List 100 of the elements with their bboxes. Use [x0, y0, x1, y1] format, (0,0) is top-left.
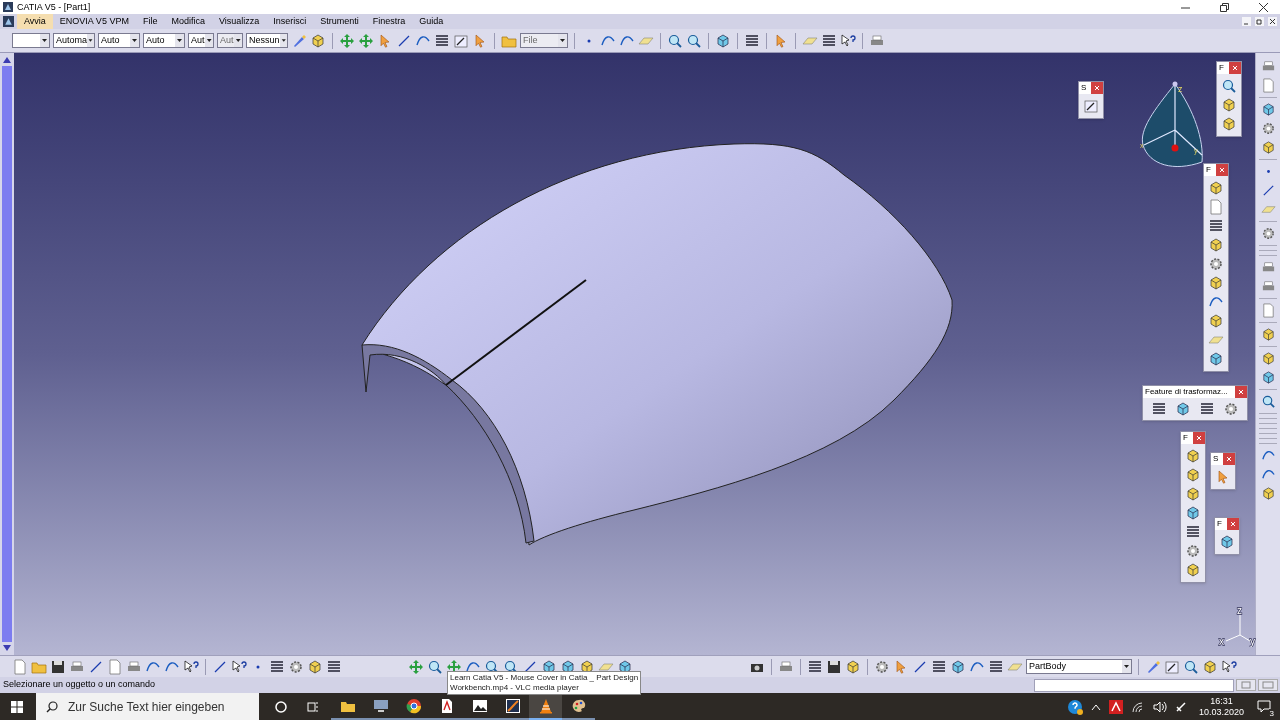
cube-icon[interactable] — [1260, 351, 1276, 366]
dropdown[interactable]: Auto — [98, 33, 140, 48]
help-pointer-icon[interactable] — [183, 658, 199, 675]
floating-toolbar[interactable]: F — [1180, 431, 1206, 583]
cube-icon[interactable] — [1219, 534, 1235, 550]
cube-icon[interactable] — [1202, 658, 1218, 675]
cube-icon[interactable] — [1185, 505, 1201, 521]
cube-icon[interactable] — [1260, 486, 1276, 501]
list-icon[interactable] — [807, 658, 823, 675]
cube-icon[interactable] — [1185, 448, 1201, 464]
search-field[interactable]: Zur Suche Text hier eingeben — [36, 693, 259, 720]
dropdown[interactable]: Nessun — [246, 33, 288, 48]
gear-icon[interactable] — [288, 658, 304, 675]
list-icon[interactable] — [821, 32, 837, 49]
dropdown[interactable]: Aut — [188, 33, 214, 48]
menu-item[interactable]: ENOVIA V5 VPM — [52, 14, 136, 29]
magnifier-icon[interactable] — [667, 32, 683, 49]
help-pointer-icon[interactable] — [840, 32, 856, 49]
floating-toolbar[interactable]: F — [1214, 517, 1240, 555]
cube-icon[interactable] — [1185, 562, 1201, 578]
menu-item[interactable]: Avvia — [17, 14, 53, 29]
floating-toolbar[interactable]: F — [1203, 163, 1229, 372]
magnifier-icon[interactable] — [686, 32, 702, 49]
gear-icon[interactable] — [1185, 543, 1201, 559]
floating-toolbar[interactable]: S — [1210, 452, 1236, 490]
menu-item[interactable]: Visualizza — [211, 14, 267, 29]
cube-icon[interactable] — [1208, 351, 1224, 367]
taskbar-app[interactable] — [529, 693, 562, 720]
app-logo-icon[interactable] — [3, 16, 14, 27]
list-icon[interactable] — [988, 658, 1004, 675]
gear-icon[interactable] — [1223, 401, 1239, 417]
gear-icon[interactable] — [1260, 226, 1276, 241]
dropdown[interactable]: Auto — [143, 33, 185, 48]
dropdown[interactable] — [12, 33, 50, 48]
task-view-icon[interactable] — [307, 700, 319, 713]
gear-icon[interactable] — [874, 658, 890, 675]
wifi-icon[interactable] — [1130, 700, 1145, 713]
floating-toolbar[interactable]: S — [1078, 81, 1104, 119]
close-icon[interactable] — [1268, 17, 1277, 26]
notification-button[interactable]: 3 — [1256, 698, 1272, 715]
list-icon[interactable] — [1151, 401, 1167, 417]
menu-item[interactable]: Inserisci — [266, 14, 314, 29]
cube-icon[interactable] — [715, 32, 731, 49]
scroll-down-icon[interactable] — [3, 644, 11, 652]
menu-item[interactable]: Strumenti — [313, 14, 366, 29]
menu-item[interactable]: File — [135, 14, 165, 29]
magnifier-icon[interactable] — [1260, 394, 1276, 409]
list-icon[interactable] — [1199, 401, 1215, 417]
menu-item[interactable]: Finestra — [365, 14, 413, 29]
restore-icon[interactable] — [1255, 17, 1264, 26]
close-icon[interactable] — [1259, 2, 1268, 12]
clock-date[interactable]: 10.03.2020 — [1198, 706, 1244, 718]
help-pointer-icon[interactable] — [1221, 658, 1237, 675]
gear-icon[interactable] — [1208, 256, 1224, 272]
cortana-icon[interactable] — [275, 700, 287, 713]
sketch-icon[interactable] — [1164, 658, 1180, 675]
windows-start-icon[interactable] — [11, 700, 23, 713]
list-icon[interactable] — [744, 32, 760, 49]
dropdown[interactable]: PartBody — [1026, 659, 1132, 674]
list-icon[interactable] — [1208, 218, 1224, 234]
antivirus-icon[interactable] — [1108, 699, 1123, 714]
brush-icon[interactable] — [291, 32, 307, 49]
magnifier-icon[interactable] — [427, 658, 443, 675]
cube-icon[interactable] — [1221, 116, 1237, 132]
cube-icon[interactable] — [1260, 140, 1276, 155]
cube-icon[interactable] — [1185, 486, 1201, 502]
list-icon[interactable] — [1185, 524, 1201, 540]
help-icon[interactable] — [1066, 698, 1083, 715]
cube-icon[interactable] — [1208, 237, 1224, 253]
cube-icon[interactable] — [1185, 467, 1201, 483]
cube-icon[interactable] — [1208, 180, 1224, 196]
cube-icon[interactable] — [310, 32, 326, 49]
list-icon[interactable] — [269, 658, 285, 675]
cube-icon[interactable] — [1260, 327, 1276, 342]
cube-icon[interactable] — [1260, 370, 1276, 385]
scroll-up-icon[interactable] — [3, 56, 11, 64]
list-icon[interactable] — [434, 32, 450, 49]
menu-item[interactable]: Guida — [412, 14, 451, 29]
speaker-icon[interactable] — [1152, 700, 1167, 713]
magnifier-icon[interactable] — [1221, 78, 1237, 94]
list-icon[interactable] — [326, 658, 342, 675]
dropdown[interactable]: Automa — [53, 33, 95, 48]
cube-icon[interactable] — [307, 658, 323, 675]
list-icon[interactable] — [931, 658, 947, 675]
sketch-icon[interactable] — [1083, 98, 1099, 114]
menu-item[interactable]: Modifica — [164, 14, 212, 29]
magnifier-icon[interactable] — [1183, 658, 1199, 675]
sketch-icon[interactable] — [453, 32, 469, 49]
chevron-up-icon[interactable] — [1090, 702, 1101, 711]
scroll-bar[interactable] — [2, 66, 12, 642]
cube-icon[interactable] — [1221, 97, 1237, 113]
restore-icon[interactable] — [1220, 2, 1229, 12]
cube-icon[interactable] — [1208, 313, 1224, 329]
cube-icon[interactable] — [1260, 102, 1276, 117]
cube-icon[interactable] — [1208, 275, 1224, 291]
minimize-icon[interactable] — [1242, 17, 1251, 26]
floating-toolbar[interactable]: F — [1216, 61, 1242, 137]
cube-icon[interactable] — [845, 658, 861, 675]
cube-icon[interactable] — [1175, 401, 1191, 417]
floating-toolbar[interactable]: Feature di trasformaz... — [1142, 385, 1248, 421]
